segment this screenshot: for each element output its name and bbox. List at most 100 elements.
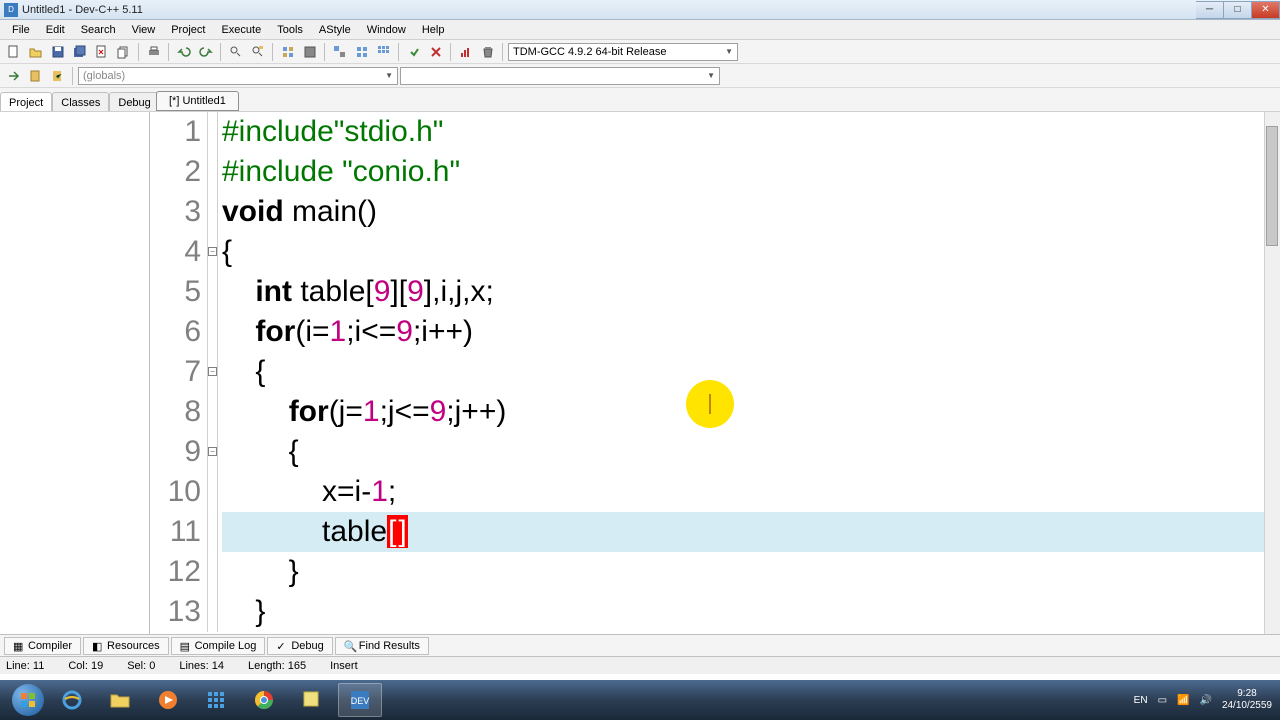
- minimize-button[interactable]: ─: [1196, 1, 1224, 19]
- code-body[interactable]: #include"stdio.h"#include "conio.h"void …: [218, 112, 1280, 632]
- redo-icon[interactable]: [196, 42, 216, 62]
- menu-help[interactable]: Help: [414, 22, 453, 38]
- scrollbar-thumb[interactable]: [1266, 126, 1278, 246]
- code-line[interactable]: {: [222, 232, 1280, 272]
- taskbar-ie-icon[interactable]: [50, 683, 94, 717]
- fold-marker-icon[interactable]: −: [208, 447, 217, 456]
- bottom-tab-debug[interactable]: ✓Debug: [267, 637, 332, 655]
- code-line[interactable]: table[]: [222, 512, 1280, 552]
- tab-project[interactable]: Project: [0, 92, 52, 111]
- code-line[interactable]: void main(): [222, 192, 1280, 232]
- debug-icon[interactable]: [404, 42, 424, 62]
- taskbar-apps-icon[interactable]: [194, 683, 238, 717]
- compiler-select[interactable]: TDM-GCC 4.9.2 64-bit Release ▼: [508, 43, 738, 61]
- code-line[interactable]: }: [222, 552, 1280, 592]
- menu-window[interactable]: Window: [359, 22, 414, 38]
- code-line[interactable]: x=i-1;: [222, 472, 1280, 512]
- run-icon[interactable]: [300, 42, 320, 62]
- bottom-tabs: ▦Compiler ◧Resources ▤Compile Log ✓Debug…: [0, 634, 1280, 656]
- code-line[interactable]: {: [222, 352, 1280, 392]
- stop-icon[interactable]: [426, 42, 446, 62]
- bottom-tab-resources[interactable]: ◧Resources: [83, 637, 169, 655]
- compile-icon[interactable]: [278, 42, 298, 62]
- rebuild-all-icon[interactable]: [374, 42, 394, 62]
- menu-tools[interactable]: Tools: [269, 22, 311, 38]
- tray-flag-icon[interactable]: ▭: [1158, 695, 1167, 706]
- taskbar-media-icon[interactable]: [146, 683, 190, 717]
- code-line[interactable]: int table[9][9],i,j,x;: [222, 272, 1280, 312]
- code-line[interactable]: for(j=1;j<=9;j++): [222, 392, 1280, 432]
- goto-bookmark-icon[interactable]: [48, 66, 68, 86]
- menu-execute[interactable]: Execute: [213, 22, 269, 38]
- side-panel[interactable]: [0, 112, 150, 634]
- profile-icon[interactable]: [456, 42, 476, 62]
- toolbar-secondary: (globals) ▼ ▼: [0, 64, 1280, 88]
- tray-date: 24/10/2559: [1222, 700, 1272, 712]
- menu-view[interactable]: View: [124, 22, 164, 38]
- replace-icon[interactable]: [248, 42, 268, 62]
- fold-marker-icon[interactable]: −: [208, 367, 217, 376]
- tray-volume-icon[interactable]: 🔊: [1199, 695, 1211, 706]
- status-lines: Lines: 14: [179, 660, 224, 672]
- bottom-tab-find-results[interactable]: 🔍Find Results: [335, 637, 429, 655]
- menu-project[interactable]: Project: [163, 22, 213, 38]
- rebuild-icon[interactable]: [352, 42, 372, 62]
- tray-clock[interactable]: 9:28 24/10/2559: [1222, 688, 1272, 712]
- taskbar-chrome-icon[interactable]: [242, 683, 286, 717]
- find-icon[interactable]: [226, 42, 246, 62]
- maximize-button[interactable]: □: [1224, 1, 1252, 19]
- menu-search[interactable]: Search: [73, 22, 124, 38]
- chevron-down-icon: ▼: [725, 47, 733, 56]
- vertical-scrollbar[interactable]: [1264, 112, 1280, 634]
- globals-select[interactable]: (globals) ▼: [78, 67, 398, 85]
- code-line[interactable]: #include "conio.h": [222, 152, 1280, 192]
- file-tab-untitled1[interactable]: [*] Untitled1: [156, 91, 239, 111]
- window-controls: ─ □ ✕: [1196, 1, 1280, 19]
- svg-text:DEV: DEV: [351, 696, 370, 706]
- tray-network-icon[interactable]: 📶: [1177, 695, 1189, 706]
- save-icon[interactable]: [48, 42, 68, 62]
- fold-marker-icon[interactable]: −: [208, 247, 217, 256]
- bottom-tab-compiler[interactable]: ▦Compiler: [4, 637, 81, 655]
- code-line[interactable]: }: [222, 592, 1280, 632]
- close-button[interactable]: ✕: [1252, 1, 1280, 19]
- fold-gutter[interactable]: − − −: [208, 112, 218, 632]
- code-line[interactable]: {: [222, 432, 1280, 472]
- chevron-down-icon: ▼: [385, 71, 393, 80]
- start-button[interactable]: [8, 680, 48, 720]
- compile-run-icon[interactable]: [330, 42, 350, 62]
- menu-edit[interactable]: Edit: [38, 22, 73, 38]
- code-line[interactable]: #include"stdio.h": [222, 112, 1280, 152]
- bottom-tab-compile-log[interactable]: ▤Compile Log: [171, 637, 266, 655]
- search-icon: 🔍: [344, 640, 356, 652]
- file-tabs: [*] Untitled1: [156, 88, 239, 111]
- bookmark-icon[interactable]: [26, 66, 46, 86]
- app-icon: D: [4, 3, 18, 17]
- goto-icon[interactable]: [4, 66, 24, 86]
- close-all-icon[interactable]: [114, 42, 134, 62]
- status-length: Length: 165: [248, 660, 306, 672]
- save-all-icon[interactable]: [70, 42, 90, 62]
- taskbar-devcpp-icon[interactable]: DEV: [338, 683, 382, 717]
- close-file-icon[interactable]: [92, 42, 112, 62]
- chevron-down-icon: ▼: [707, 71, 715, 80]
- undo-icon[interactable]: [174, 42, 194, 62]
- new-file-icon[interactable]: [4, 42, 24, 62]
- open-file-icon[interactable]: [26, 42, 46, 62]
- status-col: Col: 19: [68, 660, 103, 672]
- tray-lang[interactable]: EN: [1134, 695, 1148, 706]
- menu-astyle[interactable]: AStyle: [311, 22, 359, 38]
- menu-file[interactable]: File: [4, 22, 38, 38]
- resource-icon: ◧: [92, 640, 104, 652]
- taskbar-notes-icon[interactable]: [290, 683, 334, 717]
- print-icon[interactable]: [144, 42, 164, 62]
- code-editor[interactable]: 12345678910111213 − − − #include"stdio.h…: [150, 112, 1280, 634]
- tab-classes[interactable]: Classes: [52, 92, 109, 111]
- taskbar-explorer-icon[interactable]: [98, 683, 142, 717]
- globals-select-value: (globals): [83, 70, 125, 82]
- code-line[interactable]: for(i=1;i<=9;i++): [222, 312, 1280, 352]
- main-area: 12345678910111213 − − − #include"stdio.h…: [0, 112, 1280, 634]
- trash-icon[interactable]: [478, 42, 498, 62]
- tab-debug[interactable]: Debug: [109, 92, 159, 111]
- function-select[interactable]: ▼: [400, 67, 720, 85]
